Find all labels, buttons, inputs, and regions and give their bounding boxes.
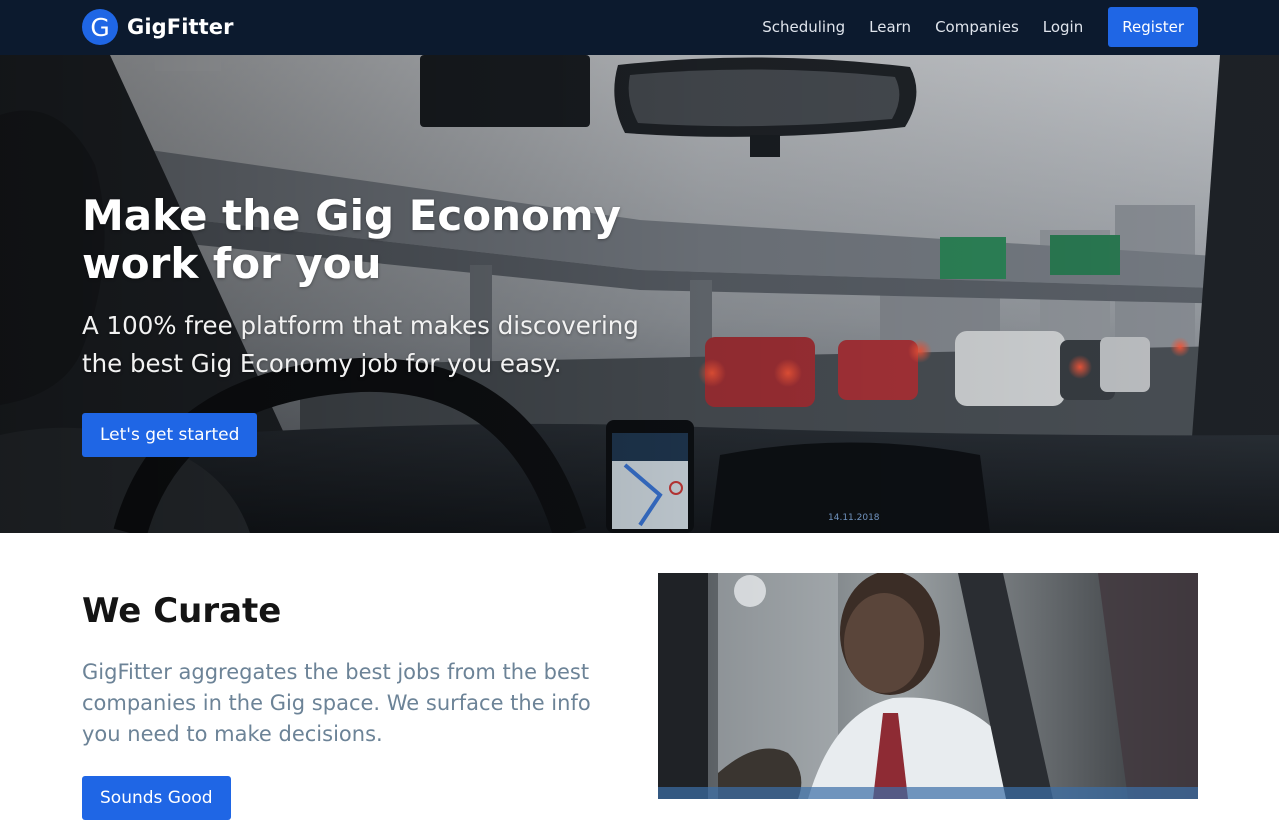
get-started-button[interactable]: Let's get started: [82, 413, 258, 457]
curate-section: We Curate GigFitter aggregates the best …: [0, 533, 1279, 820]
brand-logo-icon: G: [82, 9, 118, 45]
nav-link-login[interactable]: Login: [1043, 18, 1083, 36]
nav-links: Scheduling Learn Companies Login Registe…: [762, 7, 1198, 47]
brand-name: GigFitter: [127, 15, 234, 39]
curate-image: [658, 573, 1198, 799]
brand-link[interactable]: G GigFitter: [82, 9, 234, 45]
hero-section: 14.11.2018 Make the Gig Economy work for…: [0, 55, 1279, 533]
curate-title: We Curate: [82, 591, 282, 631]
top-navbar: G GigFitter Scheduling Learn Companies L…: [0, 0, 1279, 55]
hero-title: Make the Gig Economy work for you: [82, 191, 622, 288]
hero-content: Make the Gig Economy work for you A 100%…: [82, 191, 702, 457]
nav-link-scheduling[interactable]: Scheduling: [762, 18, 845, 36]
register-button[interactable]: Register: [1108, 7, 1198, 47]
sounds-good-button[interactable]: Sounds Good: [82, 776, 231, 820]
nav-link-learn[interactable]: Learn: [869, 18, 911, 36]
curate-description: GigFitter aggregates the best jobs from …: [82, 660, 591, 746]
hero-subtitle: A 100% free platform that makes discover…: [82, 311, 639, 378]
nav-link-companies[interactable]: Companies: [935, 18, 1019, 36]
